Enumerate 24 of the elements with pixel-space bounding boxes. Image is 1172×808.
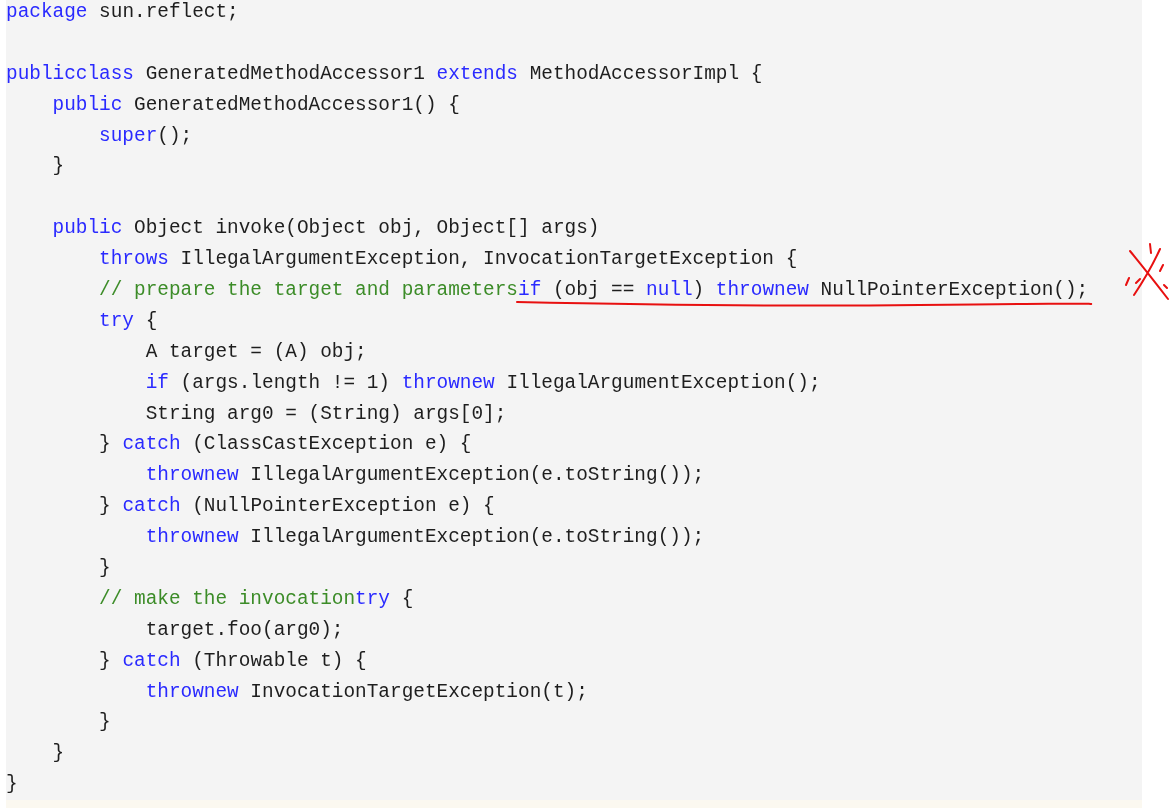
code-line: thrownew IllegalArgumentException(e.toString()); [144,525,705,551]
code-line: } catch (ClassCastException e) { [98,432,472,458]
code-line: super(); [98,123,193,149]
code-line: thrownew IllegalArgumentException(e.toString()); [144,463,705,489]
code-line: } catch (Throwable t) { [98,648,367,674]
code-line: package sun.reflect; [6,0,239,25]
code-line: A target = (A) obj; [144,339,367,365]
code-line: } [98,556,111,582]
code-line: target.foo(arg0); [144,617,344,643]
code-line: } [98,710,111,736]
code-line: throws IllegalArgumentException, InvocationTargetException { [98,247,798,273]
code-line: String arg0 = (String) args[0]; [144,401,507,427]
code-line: // prepare the target and parametersif (obj == null) thrownew NullPointerException(); [98,278,1089,303]
code-line: } [6,772,18,798]
code-line: public GeneratedMethodAccessor1() { [51,92,460,118]
code-line: publicclass GeneratedMethodAccessor1 extends MethodAccessorImpl { [6,61,763,87]
code-line: if (args.length != 1) thrownew IllegalArgumentException(); [144,370,821,396]
code-line: public Object invoke(Object obj, Object[] args) [51,216,600,242]
code-line: thrownew InvocationTargetException(t); [144,679,588,705]
code-line: } [51,741,65,767]
code-line: // make the invocationtry { [98,586,414,612]
code-line: } [51,154,65,180]
code-line: } catch (NullPointerException e) { [98,494,495,520]
code-line: try { [98,308,158,334]
